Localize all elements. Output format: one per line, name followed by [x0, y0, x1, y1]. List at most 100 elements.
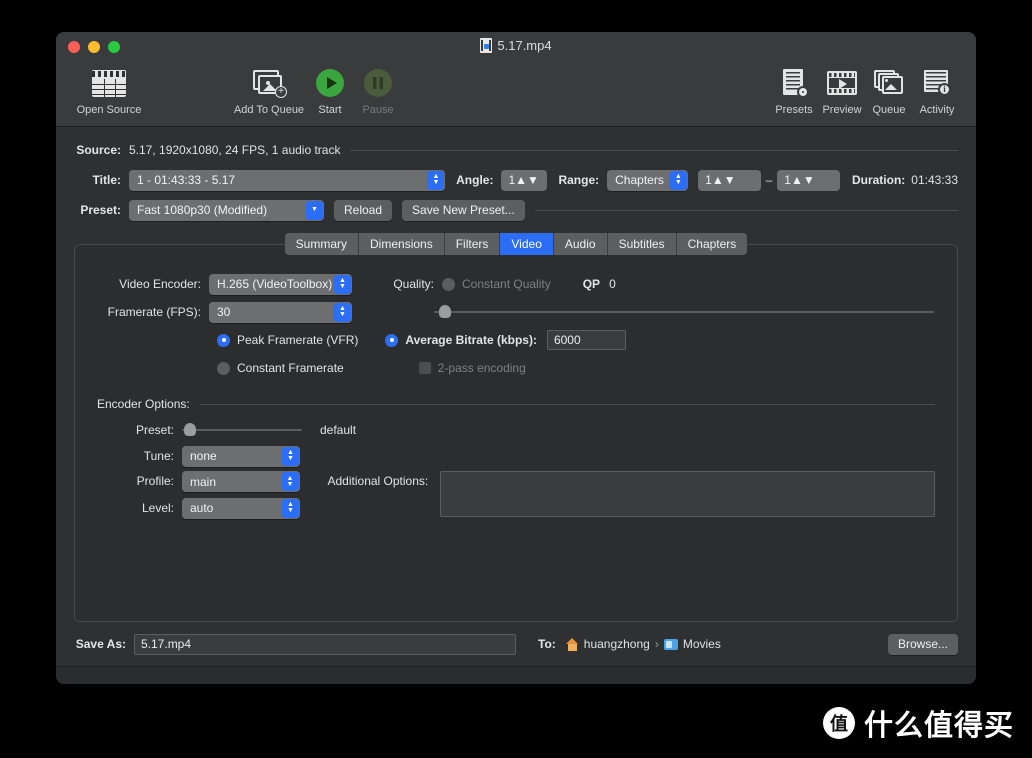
- peak-framerate-radio[interactable]: [217, 333, 230, 347]
- range-type-select[interactable]: Chapters ▲ ▼: [607, 169, 688, 191]
- tab-dimensions[interactable]: Dimensions: [359, 233, 445, 255]
- queue-stack-icon: [874, 70, 904, 96]
- range-end-value: 1: [784, 173, 791, 187]
- preview-film-icon: [827, 71, 857, 95]
- constant-quality-radio[interactable]: [442, 277, 455, 291]
- title-select-value: 1 - 01:43:33 - 5.17: [137, 173, 236, 187]
- start-button[interactable]: Start: [308, 66, 352, 116]
- queue-button[interactable]: Queue: [866, 66, 912, 116]
- profile-label: Profile:: [136, 474, 174, 488]
- chevron-updown-icon: ▲▼: [669, 170, 687, 190]
- presets-button[interactable]: Presets: [770, 66, 818, 116]
- save-as-bar: Save As: 5.17.mp4 To: huangzhong › Movie…: [56, 622, 976, 666]
- quality-slider[interactable]: [434, 305, 934, 319]
- average-bitrate-input[interactable]: 6000: [546, 330, 626, 350]
- pause-circle-icon: [364, 69, 392, 97]
- window-titlebar: 5.17.mp4: [56, 32, 976, 62]
- watermark: 值 什么值得买: [822, 702, 1014, 744]
- video-encoder-value: H.265 (VideoToolbox): [217, 277, 333, 291]
- title-label: Title:: [92, 173, 121, 187]
- average-bitrate-radio[interactable]: [385, 333, 399, 347]
- level-value: auto: [190, 501, 214, 515]
- chevron-updown-icon: ▲▼: [427, 170, 445, 190]
- constant-quality-label: Constant Quality: [462, 277, 551, 291]
- path-separator: ›: [654, 637, 659, 651]
- video-settings-panel: Video Encoder: H.265 (VideoToolbox) ▲ ▼ Q…: [74, 244, 958, 622]
- encoder-preset-slider[interactable]: [182, 423, 302, 437]
- source-meta-section: Source: 5.17, 1920x1080, 24 FPS, 1 audio…: [56, 127, 976, 233]
- window-footer: [56, 666, 976, 684]
- chevron-updown-icon: ▲▼: [282, 498, 299, 518]
- add-to-queue-icon: +: [253, 69, 287, 98]
- additional-options-textarea[interactable]: [440, 471, 935, 517]
- encoder-preset-knob[interactable]: [184, 423, 197, 436]
- preset-select[interactable]: Fast 1080p30 (Modified) ▼: [129, 199, 324, 221]
- tune-label: Tune:: [143, 449, 174, 463]
- source-value: 5.17, 1920x1080, 24 FPS, 1 audio track: [129, 143, 341, 157]
- main-toolbar: Open Source + Add To Queue Start Pause P…: [56, 62, 976, 127]
- browse-button[interactable]: Browse...: [887, 633, 958, 655]
- framerate-value: 30: [217, 305, 231, 319]
- add-to-queue-button[interactable]: + Add To Queue: [230, 66, 308, 116]
- video-encoder-select[interactable]: H.265 (VideoToolbox) ▲ ▼: [209, 273, 352, 295]
- constant-framerate-radio[interactable]: [217, 361, 230, 375]
- activity-button[interactable]: i Activity: [912, 66, 962, 116]
- chevron-down-icon: ▼: [306, 200, 323, 220]
- pause-button[interactable]: Pause: [352, 66, 404, 116]
- range-start-stepper[interactable]: 1 ▲▼: [698, 169, 761, 191]
- two-pass-checkbox[interactable]: [418, 362, 431, 374]
- angle-value: 1: [508, 173, 516, 187]
- enc-preset-value: default: [320, 423, 357, 437]
- folder-icon: [663, 638, 678, 650]
- tab-filters[interactable]: Filters: [444, 233, 501, 255]
- enc-preset-label: Preset:: [135, 423, 174, 437]
- tab-chapters[interactable]: Chapters: [676, 233, 748, 255]
- profile-select[interactable]: main ▲ ▼: [182, 471, 300, 492]
- range-end-stepper[interactable]: 1 ▲▼: [777, 169, 840, 191]
- range-start-value: 1: [705, 173, 712, 187]
- reload-button[interactable]: Reload: [334, 199, 393, 221]
- clapperboard-icon: [92, 69, 126, 97]
- quality-slider-knob[interactable]: [439, 305, 451, 318]
- angle-stepper[interactable]: 1 ▲▼: [501, 169, 548, 191]
- encoder-options-label: Encoder Options:: [97, 397, 190, 411]
- destination-path[interactable]: huangzhong › Movies: [565, 637, 721, 651]
- chevron-updown-icon: ▲▼: [334, 302, 351, 322]
- chevron-updown-icon: ▲▼: [281, 472, 299, 491]
- to-label: To:: [538, 637, 556, 651]
- open-source-button[interactable]: Open Source: [70, 66, 148, 116]
- chevron-updown-icon: ▲▼: [515, 173, 539, 187]
- toolbar-right-group: Presets Preview Queue i Activity: [770, 66, 962, 116]
- video-file-icon: [480, 38, 493, 53]
- tab-summary[interactable]: Summary: [284, 233, 360, 255]
- range-dash: –: [765, 173, 773, 187]
- peak-framerate-label: Peak Framerate (VFR): [237, 333, 359, 347]
- framerate-select[interactable]: 30 ▲ ▼: [209, 301, 352, 323]
- handbrake-window: 5.17.mp4 Open Source + Add To Queue Star…: [56, 32, 976, 684]
- additional-options-label: Additional Options:: [327, 474, 429, 488]
- source-divider: [350, 149, 958, 151]
- watermark-badge: 值: [822, 707, 855, 739]
- tune-select[interactable]: none ▲ ▼: [182, 445, 300, 467]
- level-label: Level:: [141, 501, 174, 515]
- tune-value: none: [190, 449, 217, 463]
- chevron-updown-icon: ▲▼: [282, 446, 299, 466]
- level-select[interactable]: auto ▲ ▼: [182, 497, 300, 519]
- open-source-label: Open Source: [76, 104, 142, 116]
- settings-tabs: Summary Dimensions Filters Video Audio S…: [74, 233, 958, 255]
- framerate-label: Framerate (FPS):: [107, 305, 201, 319]
- start-label: Start: [318, 104, 342, 116]
- save-new-preset-button[interactable]: Save New Preset...: [402, 199, 525, 221]
- tab-audio[interactable]: Audio: [553, 233, 608, 255]
- preset-row: Preset: Fast 1080p30 (Modified) ▼ Reload…: [74, 197, 958, 223]
- duration-value: 01:43:33: [911, 173, 958, 187]
- title-select[interactable]: 1 - 01:43:33 - 5.17 ▲ ▼: [129, 169, 446, 191]
- settings-area: Summary Dimensions Filters Video Audio S…: [56, 233, 976, 622]
- save-as-input[interactable]: 5.17.mp4: [134, 633, 516, 655]
- tab-subtitles[interactable]: Subtitles: [607, 233, 677, 255]
- preview-button[interactable]: Preview: [818, 66, 866, 116]
- tab-video[interactable]: Video: [500, 233, 554, 255]
- quality-label: Quality:: [393, 277, 434, 291]
- window-title: 5.17.mp4: [56, 38, 976, 53]
- activity-log-icon: i: [923, 70, 951, 96]
